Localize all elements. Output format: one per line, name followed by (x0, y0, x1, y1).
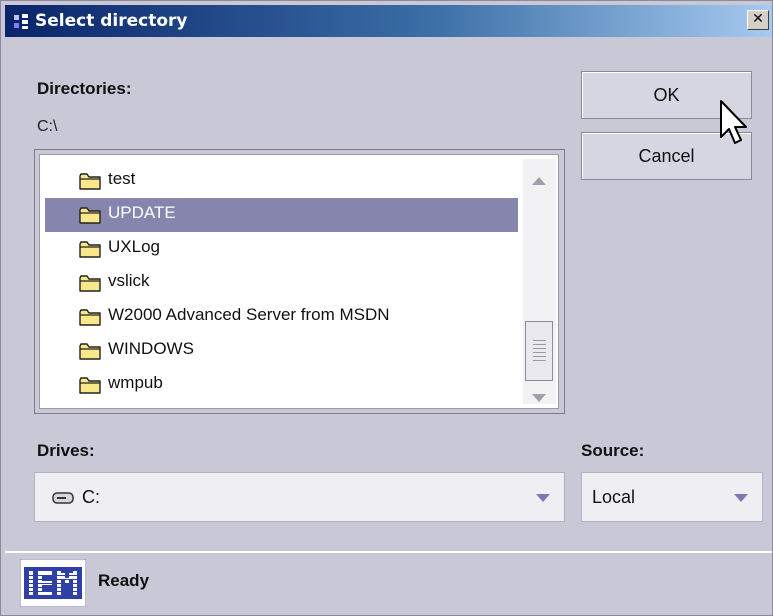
source-label: Source: (581, 441, 645, 460)
directory-list[interactable]: test UPDATE UXLog vslick W2000 Advanced Serv… (34, 149, 565, 414)
folder-icon (79, 309, 101, 326)
ibm-logo (20, 559, 86, 607)
app-icon (12, 12, 30, 30)
directory-item[interactable]: vslick (45, 266, 518, 300)
directory-item[interactable]: UPDATE (45, 198, 518, 232)
vertical-scrollbar[interactable] (523, 159, 556, 404)
folder-icon (79, 343, 101, 360)
drives-label: Drives: (37, 441, 95, 460)
folder-icon (79, 207, 101, 224)
drives-combo[interactable]: C: (34, 472, 565, 522)
window-title: Select directory (35, 11, 188, 31)
directory-item-label: UXLog (108, 237, 160, 256)
status-text: Ready (98, 571, 150, 590)
close-button[interactable]: ✕ (747, 10, 769, 30)
scroll-down-icon[interactable] (532, 394, 546, 402)
directory-item-label: UPDATE (108, 203, 176, 222)
select-directory-dialog: Select directory ✕ Directories: C:\ test… (0, 0, 773, 616)
folder-icon (79, 241, 101, 258)
folder-icon (79, 275, 101, 292)
directory-item[interactable]: W2000 Advanced Server from MSDN (45, 300, 518, 334)
drives-value: C: (82, 487, 100, 507)
directory-item[interactable]: test (45, 164, 518, 198)
directory-item-label: test (108, 169, 136, 188)
directory-list-viewport[interactable]: test UPDATE UXLog vslick W2000 Advanced Serv… (39, 154, 559, 409)
directory-item[interactable]: WINDOWS (45, 334, 518, 368)
scroll-thumb[interactable] (525, 321, 553, 381)
directory-item-label: vslick (108, 271, 150, 290)
mouse-pointer-icon (720, 100, 747, 144)
directories-label: Directories: (37, 79, 132, 98)
scroll-up-icon[interactable] (532, 177, 546, 185)
directory-item-label: W2000 Advanced Server from MSDN (108, 305, 390, 324)
status-bar: Ready (5, 551, 772, 613)
title-bar[interactable]: Select directory ✕ (5, 5, 772, 37)
source-value: Local (592, 487, 636, 507)
directory-item[interactable]: UXLog (45, 232, 518, 266)
hard-drive-icon (52, 492, 74, 504)
folder-icon (79, 173, 101, 190)
source-combo[interactable]: Local (581, 472, 763, 522)
directory-item[interactable]: wmpub (45, 368, 518, 402)
directory-item-label: wmpub (108, 373, 163, 392)
current-path: C:\ (37, 118, 58, 135)
folder-icon (79, 377, 101, 394)
close-icon: ✕ (752, 11, 764, 27)
chevron-down-icon[interactable] (536, 494, 550, 502)
chevron-down-icon[interactable] (734, 494, 748, 502)
directory-item-label: WINDOWS (108, 339, 194, 358)
